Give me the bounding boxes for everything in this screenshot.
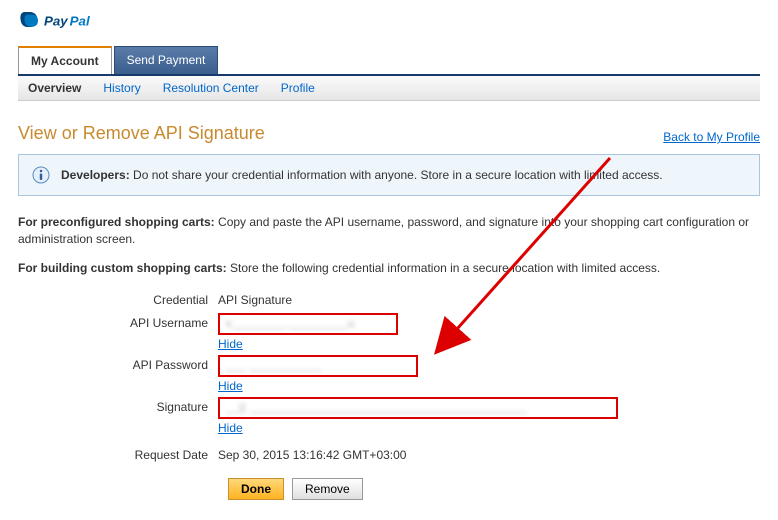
value-request-date: Sep 30, 2015 13:16:42 GMT+03:00	[218, 445, 406, 462]
label-api-username: API Username	[18, 313, 218, 351]
label-signature: Signature	[18, 397, 218, 435]
tab-send-payment[interactable]: Send Payment	[114, 46, 219, 74]
value-credential: API Signature	[218, 290, 292, 307]
label-credential: Credential	[18, 290, 218, 307]
hide-signature-link[interactable]: Hide	[218, 421, 243, 435]
info-icon	[31, 165, 51, 185]
developer-info-banner: Developers: Do not share your credential…	[18, 154, 760, 196]
hide-api-username-link[interactable]: Hide	[218, 337, 243, 351]
info-text: Do not share your credential information…	[130, 168, 663, 182]
credentials-table: Credential API Signature API Username v_…	[18, 290, 760, 462]
para-preconfigured: For preconfigured shopping carts: Copy a…	[18, 214, 760, 248]
info-bold: Developers:	[61, 168, 130, 182]
svg-text:Pal: Pal	[70, 13, 90, 28]
subnav-profile[interactable]: Profile	[281, 81, 315, 95]
sub-nav: Overview History Resolution Center Profi…	[18, 76, 760, 101]
value-api-username: v________._________u	[218, 313, 398, 335]
paypal-logo: Pay Pal	[18, 0, 760, 46]
value-signature: __|| ___________________________________…	[218, 397, 618, 419]
back-to-profile-link[interactable]: Back to My Profile	[663, 130, 760, 144]
svg-text:Pay: Pay	[44, 13, 68, 28]
tab-my-account[interactable]: My Account	[18, 46, 112, 74]
done-button[interactable]: Done	[228, 478, 284, 500]
subnav-overview[interactable]: Overview	[28, 81, 81, 95]
primary-tabs: My Account Send Payment	[18, 46, 760, 76]
para-custom: For building custom shopping carts: Stor…	[18, 260, 760, 277]
subnav-resolution-center[interactable]: Resolution Center	[163, 81, 259, 95]
label-request-date: Request Date	[18, 445, 218, 462]
value-api-password: ___ ___________	[218, 355, 418, 377]
label-api-password: API Password	[18, 355, 218, 393]
remove-button[interactable]: Remove	[292, 478, 363, 500]
page-title: View or Remove API Signature	[18, 123, 265, 144]
subnav-history[interactable]: History	[103, 81, 140, 95]
hide-api-password-link[interactable]: Hide	[218, 379, 243, 393]
